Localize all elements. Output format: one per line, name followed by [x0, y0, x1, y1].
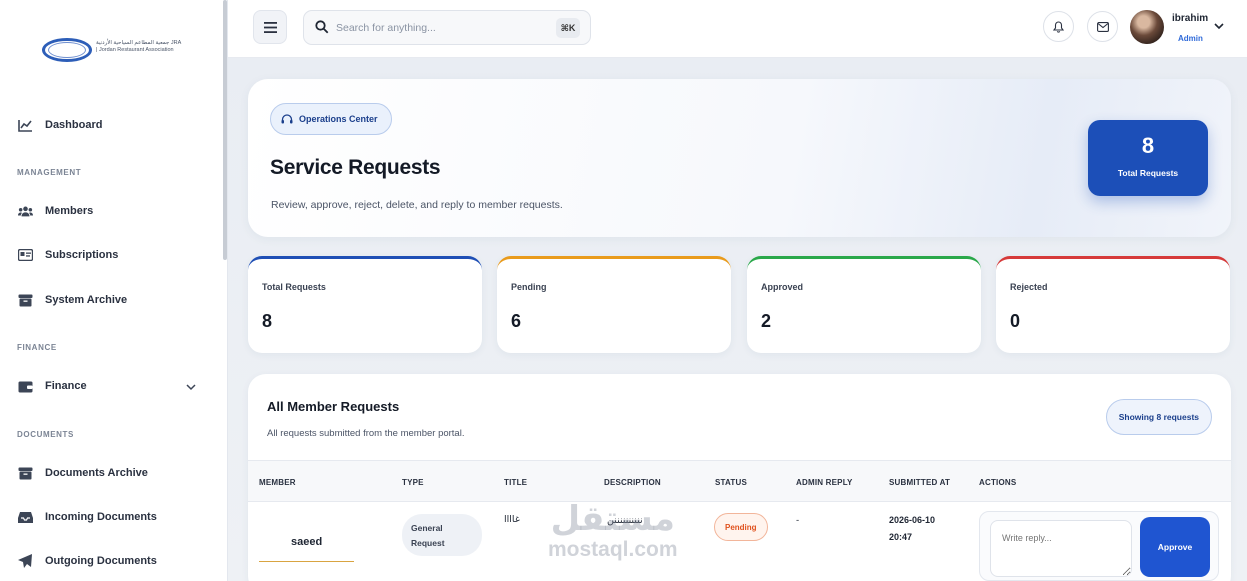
logo-text: جمعية المطاعم السياحية الأردنية JRA | Jo…	[96, 40, 181, 53]
requests-subtitle: All requests submitted from the member p…	[267, 428, 465, 439]
section-label: FINANCE	[17, 343, 57, 352]
column-header: MEMBER	[259, 478, 296, 487]
archive-box-icon	[18, 466, 33, 480]
users-icon	[18, 204, 33, 218]
sidebar-item-label: Documents Archive	[45, 467, 148, 479]
stat-card-approved: Approved 2	[747, 256, 981, 353]
page-title: Service Requests	[270, 156, 441, 179]
section-label: DOCUMENTS	[17, 430, 74, 439]
badge-label: Operations Center	[299, 114, 378, 124]
stat-card-pending: Pending 6	[497, 256, 731, 353]
request-description: ننننننننننن	[607, 515, 643, 526]
paper-plane-icon	[18, 554, 33, 568]
sidebar-item-label: Outgoing Documents	[45, 555, 157, 567]
member-underline	[259, 561, 354, 562]
sidebar-item-label: Finance	[45, 380, 87, 392]
stat-card-total: Total Requests 8	[248, 256, 482, 353]
stat-label: Rejected	[1010, 282, 1048, 292]
search-input[interactable]: Search for anything... ⌘K	[303, 10, 591, 45]
user-name: ibrahim	[1172, 13, 1209, 24]
logo[interactable]: جمعية المطاعم السياحية الأردنية JRA | Jo…	[42, 36, 182, 66]
logo-inner-ring	[48, 42, 86, 58]
page-subtitle: Review, approve, reject, delete, and rep…	[271, 199, 563, 211]
inbox-icon	[18, 510, 33, 524]
column-header: ACTIONS	[979, 478, 1017, 487]
wallet-icon	[18, 379, 33, 393]
stat-label: Pending	[511, 282, 547, 292]
operations-center-badge: Operations Center	[270, 103, 392, 135]
stat-label: Approved	[761, 282, 804, 292]
sidebar-item-system-archive[interactable]: System Archive	[18, 293, 127, 307]
bell-icon	[1053, 20, 1064, 33]
avatar[interactable]	[1130, 10, 1164, 44]
messages-button[interactable]	[1087, 11, 1118, 42]
sidebar-item-label: System Archive	[45, 294, 128, 306]
sidebar-item-dashboard[interactable]: Dashboard	[18, 118, 102, 132]
id-card-icon	[18, 248, 33, 262]
chart-line-icon	[18, 118, 33, 132]
stat-value: 8	[262, 311, 273, 331]
sidebar-item-outgoing-documents[interactable]: Outgoing Documents	[18, 554, 157, 568]
sidebar: جمعية المطاعم السياحية الأردنية JRA | Jo…	[0, 0, 228, 581]
sidebar-item-label: Incoming Documents	[45, 511, 157, 523]
approve-button[interactable]: Approve	[1140, 517, 1210, 577]
status-badge: Pending	[714, 513, 768, 541]
notifications-button[interactable]	[1043, 11, 1074, 42]
request-title: غاااا	[504, 514, 520, 525]
sidebar-item-subscriptions[interactable]: Subscriptions	[18, 248, 118, 262]
topbar: Search for anything... ⌘K ibrahim Admin	[228, 0, 1247, 58]
hamburger-icon	[263, 21, 277, 33]
sidebar-item-incoming-documents[interactable]: Incoming Documents	[18, 510, 157, 524]
member-name[interactable]: saeed	[291, 536, 322, 548]
stat-value: 2	[761, 311, 772, 331]
envelope-icon	[1096, 21, 1109, 32]
user-role: Admin	[1178, 34, 1203, 43]
submitted-date: 2026-06-10	[889, 515, 936, 525]
actions-cell: Approve	[979, 511, 1219, 581]
search-placeholder: Search for anything...	[336, 22, 436, 34]
search-icon	[315, 20, 329, 34]
total-requests-label: Total Requests	[1117, 168, 1179, 178]
stat-label: Total Requests	[262, 282, 326, 292]
sidebar-item-label: Subscriptions	[45, 249, 119, 261]
stat-value: 0	[1010, 311, 1021, 331]
table-header: MEMBER TYPE TITLE DESCRIPTION STATUS ADM…	[248, 460, 1231, 502]
headset-icon	[281, 113, 293, 123]
admin-reply: -	[796, 515, 800, 526]
requests-title: All Member Requests	[267, 399, 400, 414]
stat-card-rejected: Rejected 0	[996, 256, 1230, 353]
section-label: MANAGEMENT	[17, 168, 82, 177]
type-badge: General Request	[402, 514, 482, 556]
type-line: General	[411, 523, 443, 533]
column-header: STATUS	[715, 478, 748, 487]
archive-box-icon	[18, 293, 33, 307]
chevron-down-icon[interactable]	[1214, 22, 1224, 30]
sidebar-item-label: Dashboard	[45, 119, 103, 131]
showing-count-badge: Showing 8 requests	[1105, 399, 1212, 435]
hero-banner: Operations Center Service Requests Revie…	[248, 79, 1231, 237]
type-line: Request	[411, 538, 445, 548]
column-header: TITLE	[504, 478, 528, 487]
total-requests-value: 8	[1141, 133, 1155, 158]
shortcut-key: ⌘K	[556, 18, 580, 38]
chevron-down-icon[interactable]	[186, 382, 196, 392]
reply-input[interactable]	[990, 520, 1132, 577]
column-header: TYPE	[402, 478, 424, 487]
sidebar-scrollbar[interactable]	[223, 0, 227, 260]
column-header: ADMIN REPLY	[796, 478, 853, 487]
submitted-time: 20:47	[889, 532, 913, 542]
column-header: SUBMITTED AT	[889, 478, 951, 487]
menu-toggle-button[interactable]	[253, 10, 287, 44]
sidebar-item-documents-archive[interactable]: Documents Archive	[18, 466, 148, 480]
sidebar-item-label: Members	[45, 205, 94, 217]
sidebar-item-members[interactable]: Members	[18, 204, 93, 218]
column-header: DESCRIPTION	[604, 478, 661, 487]
sidebar-item-finance[interactable]: Finance	[18, 379, 87, 393]
requests-table-card: All Member Requests All requests submitt…	[248, 374, 1231, 581]
total-requests-card: 8 Total Requests	[1088, 120, 1208, 196]
main-content: Operations Center Service Requests Revie…	[228, 58, 1247, 581]
stat-value: 6	[511, 311, 522, 331]
